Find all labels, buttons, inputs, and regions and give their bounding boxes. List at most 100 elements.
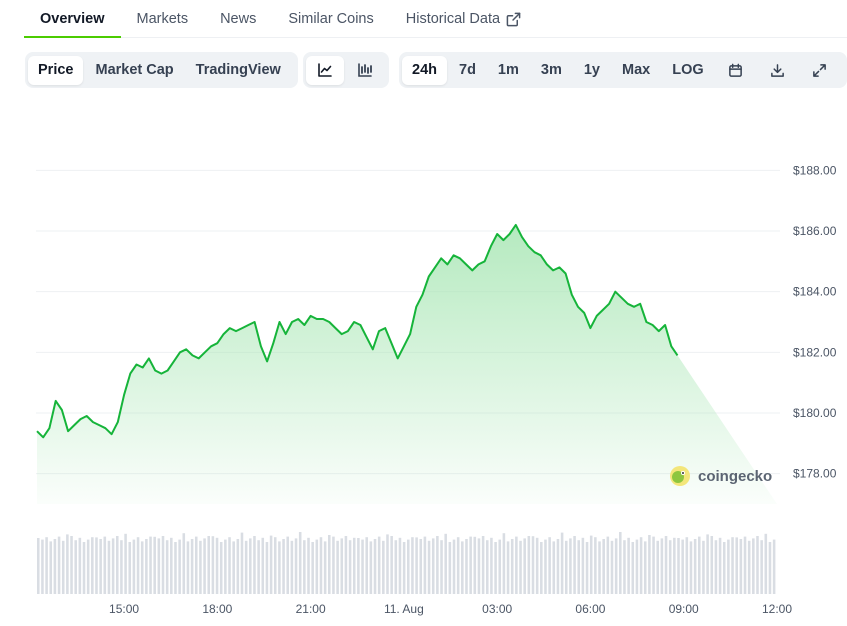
volume-bar	[623, 540, 626, 594]
volume-bar	[498, 539, 502, 594]
volume-bar	[136, 537, 140, 594]
candlestick-button[interactable]	[346, 56, 384, 85]
volume-bar	[398, 537, 402, 594]
volume-bar	[485, 540, 489, 594]
volume-bar	[631, 542, 635, 594]
volume-bar	[132, 539, 136, 594]
volume-bar	[149, 536, 152, 594]
tab-markets-label: Markets	[136, 11, 189, 27]
volume-bar	[336, 540, 339, 594]
volume-bar	[673, 537, 676, 594]
x-tick-label: 18:00	[202, 602, 232, 616]
volume-bar	[57, 536, 61, 594]
fullscreen-button[interactable]	[800, 56, 840, 85]
download-icon	[771, 63, 785, 77]
volume-bar	[298, 532, 302, 594]
external-link-icon	[506, 12, 521, 27]
tab-news[interactable]: News	[204, 0, 272, 38]
volume-bar	[344, 536, 348, 594]
market-cap-button[interactable]: Market Cap	[85, 56, 183, 85]
volume-bar	[635, 539, 639, 594]
tab-overview[interactable]: Overview	[24, 0, 121, 38]
x-axis: 15:00 18:00 21:00 11. Aug 03:00 06:00 09:00 12:…	[109, 602, 792, 616]
range-1m-button[interactable]: 1m	[488, 56, 529, 85]
x-tick-label: 21:00	[296, 602, 326, 616]
chart-style-toggle	[303, 52, 389, 88]
volume-bar	[99, 539, 102, 594]
volume-bar	[111, 538, 115, 594]
volume-bar	[552, 541, 556, 594]
volume-bar	[685, 537, 689, 594]
y-tick-label: $186.00	[793, 224, 837, 238]
expand-icon	[813, 63, 827, 77]
volume-bar	[648, 535, 651, 594]
volume-bar	[444, 533, 447, 594]
volume-bar	[244, 540, 248, 594]
volume-bar	[145, 539, 148, 594]
volume-bar	[61, 540, 65, 594]
volume-bar	[643, 541, 647, 594]
volume-bar	[257, 540, 260, 594]
range-3m-button[interactable]: 3m	[531, 56, 572, 85]
volume-bar	[573, 536, 576, 594]
range-1y-button[interactable]: 1y	[574, 56, 610, 85]
volume-bar	[373, 539, 377, 594]
volume-bar	[294, 538, 298, 594]
volume-bar	[352, 537, 356, 594]
volume-bar	[207, 536, 211, 594]
volume-bar	[752, 538, 755, 594]
volume-bar	[564, 540, 568, 594]
volume-bar	[315, 539, 319, 594]
volume-bar	[731, 537, 734, 594]
range-7d-button[interactable]: 7d	[449, 56, 486, 85]
volume-bar	[419, 539, 423, 594]
volume-bar	[469, 536, 472, 594]
line-chart-button[interactable]	[306, 55, 344, 85]
volume-bar	[161, 536, 165, 594]
volume-bar	[747, 540, 751, 594]
range-max-button[interactable]: Max	[612, 56, 660, 85]
volume-bar	[190, 539, 194, 594]
volume-bar	[652, 536, 655, 594]
volume-bar	[772, 539, 776, 594]
volume-bar	[619, 532, 622, 594]
volume-bar	[41, 539, 44, 594]
price-button[interactable]: Price	[28, 55, 84, 85]
volume-bar	[377, 536, 381, 594]
volume-bar	[531, 536, 535, 594]
tab-markets[interactable]: Markets	[121, 0, 205, 38]
y-tick-label: $180.00	[793, 406, 837, 420]
volume-bar	[411, 537, 414, 594]
volume-bar	[714, 540, 718, 594]
volume-bar	[490, 537, 493, 594]
volume-bar	[440, 540, 443, 594]
tradingview-button[interactable]: TradingView	[186, 56, 291, 85]
volume-bar	[228, 537, 231, 594]
volume-bar	[382, 540, 385, 594]
volume-bar	[182, 533, 186, 594]
price-area	[37, 224, 777, 504]
tab-historical-data[interactable]: Historical Data	[390, 0, 537, 38]
volume-bar	[232, 541, 235, 594]
volume-bar	[165, 540, 169, 594]
price-chart[interactable]: $178.00 $180.00 $182.00 $184.00 $186.00 $188.…	[0, 100, 847, 626]
log-scale-button[interactable]: LOG	[662, 56, 713, 85]
calendar-button[interactable]	[716, 56, 756, 85]
volume-bar	[594, 537, 597, 594]
volume-bar	[519, 540, 522, 594]
volume-bar	[756, 536, 759, 594]
volume-bar	[569, 538, 572, 594]
download-button[interactable]	[758, 56, 798, 85]
volume-bar	[224, 539, 227, 594]
x-tick-label: 11. Aug	[384, 602, 424, 616]
volume-bar	[407, 539, 410, 594]
volume-bar	[523, 538, 526, 594]
volume-bar	[693, 539, 697, 594]
volume-bar	[727, 539, 730, 594]
x-tick-label: 12:00	[762, 602, 792, 616]
volume-bar	[702, 540, 705, 594]
volume-bar	[606, 536, 610, 594]
tab-similar-coins[interactable]: Similar Coins	[272, 0, 389, 38]
range-24h-button[interactable]: 24h	[402, 55, 447, 85]
volume-bar	[82, 542, 86, 594]
